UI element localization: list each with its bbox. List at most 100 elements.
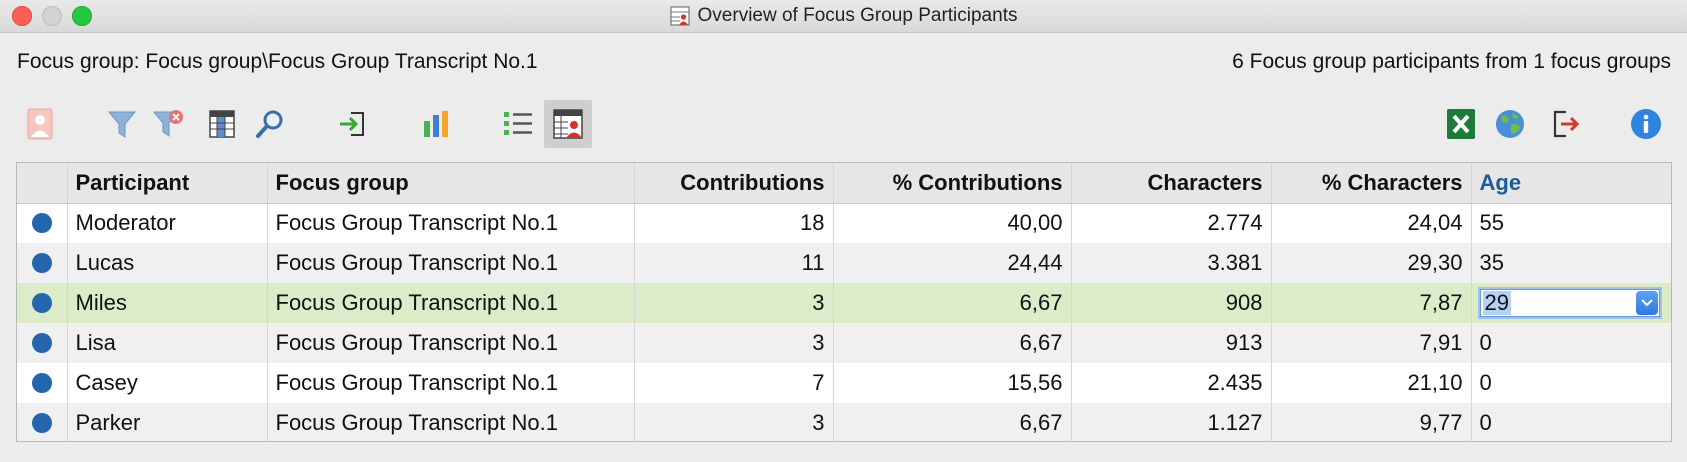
pct-characters-cell[interactable]: 7,87 [1271,283,1472,323]
age-value-input[interactable]: 29 [1482,291,1511,315]
participant-cell[interactable]: Lucas [67,243,268,283]
search-button[interactable] [246,100,294,148]
column-header-characters[interactable]: Characters [1071,163,1272,204]
column-header-pct-contributions[interactable]: % Contributions [833,163,1072,204]
column-header-marker[interactable] [17,163,68,204]
focus-group-cell[interactable]: Focus Group Transcript No.1 [267,283,635,323]
focus-group-cell[interactable]: Focus Group Transcript No.1 [267,203,635,243]
table-row-selected[interactable]: Miles Focus Group Transcript No.1 3 6,67… [17,283,1671,323]
characters-cell[interactable]: 2.435 [1071,363,1272,403]
participant-dot-icon [31,213,52,234]
characters-cell[interactable]: 3.381 [1071,243,1272,283]
pct-contributions-cell[interactable]: 6,67 [833,283,1072,323]
close-window-button[interactable] [12,6,32,26]
info-button[interactable] [1622,100,1670,148]
participant-marker-cell [17,283,68,323]
contributions-cell[interactable]: 18 [634,203,834,243]
export-button[interactable] [1542,100,1590,148]
age-cell-editing[interactable]: 29 [1471,283,1671,323]
characters-cell[interactable]: 2.774 [1071,203,1272,243]
table-row[interactable]: Parker Focus Group Transcript No.1 3 6,6… [17,403,1671,441]
pct-contributions-cell[interactable]: 6,67 [833,403,1072,441]
pct-characters-cell[interactable]: 24,04 [1271,203,1472,243]
excel-export-icon [1447,109,1475,139]
columns-icon [209,110,235,138]
age-cell[interactable]: 0 [1471,403,1671,441]
window-controls [12,6,92,26]
title-bar[interactable]: Overview of Focus Group Participants [0,0,1687,33]
contributions-cell[interactable]: 3 [634,323,834,363]
minimize-window-button[interactable] [42,6,62,26]
age-cell[interactable]: 0 [1471,363,1671,403]
filter-button[interactable] [98,100,146,148]
characters-cell[interactable]: 913 [1071,323,1272,363]
table-row[interactable]: Casey Focus Group Transcript No.1 7 15,5… [17,363,1671,403]
contributions-cell[interactable]: 3 [634,283,834,323]
search-icon [256,110,283,138]
column-header-focus-group[interactable]: Focus group [267,163,635,204]
info-icon [1631,109,1661,139]
participant-icon [27,108,53,140]
column-header-contributions[interactable]: Contributions [634,163,834,204]
age-dropdown-button[interactable] [1635,291,1658,315]
age-cell[interactable]: 0 [1471,323,1671,363]
contributions-cell[interactable]: 7 [634,363,834,403]
columns-button[interactable] [198,100,246,148]
pct-characters-cell[interactable]: 21,10 [1271,363,1472,403]
participant-dot-icon [31,333,52,353]
participant-marker-cell [17,243,68,283]
activate-button[interactable] [328,100,376,148]
table-header-row: Participant Focus group Contributions % … [17,163,1671,204]
zoom-window-button[interactable] [72,6,92,26]
age-cell[interactable]: 55 [1471,203,1671,243]
participant-cell[interactable]: Miles [67,283,268,323]
pct-characters-cell[interactable]: 9,77 [1271,403,1472,441]
chart-button[interactable] [412,100,460,148]
excel-export-button[interactable] [1437,100,1485,148]
participant-cell[interactable]: Moderator [67,203,268,243]
participant-table-button[interactable] [544,100,592,148]
focus-group-cell[interactable]: Focus Group Transcript No.1 [267,323,635,363]
participant-marker-cell [17,363,68,403]
age-combobox[interactable]: 29 [1479,289,1660,317]
focus-group-cell[interactable]: Focus Group Transcript No.1 [267,363,635,403]
column-header-age[interactable]: Age [1471,163,1671,204]
contributions-cell[interactable]: 3 [634,403,834,441]
column-header-participant[interactable]: Participant [67,163,268,204]
clear-filter-icon [152,110,183,137]
participant-cell[interactable]: Casey [67,363,268,403]
contributions-cell[interactable]: 11 [634,243,834,283]
participant-cell[interactable]: Lisa [67,323,268,363]
characters-cell[interactable]: 1.127 [1071,403,1272,441]
export-icon [1553,110,1580,138]
web-export-button[interactable] [1486,100,1534,148]
column-header-pct-characters[interactable]: % Characters [1271,163,1472,204]
focus-group-cell[interactable]: Focus Group Transcript No.1 [267,403,635,441]
participant-button[interactable] [16,100,64,148]
pct-contributions-cell[interactable]: 6,67 [833,323,1072,363]
focus-group-participants-window: Overview of Focus Group Participants Foc… [0,0,1687,462]
toolbar [0,100,1687,150]
pct-characters-cell[interactable]: 29,30 [1271,243,1472,283]
focus-group-cell[interactable]: Focus Group Transcript No.1 [267,243,635,283]
list-view-button[interactable] [494,100,542,148]
participant-cell[interactable]: Parker [67,403,268,441]
participant-marker-cell [17,323,68,363]
pct-contributions-cell[interactable]: 40,00 [833,203,1072,243]
chevron-down-icon [1640,299,1653,307]
clear-filter-button[interactable] [144,100,192,148]
age-cell[interactable]: 35 [1471,243,1671,283]
participants-table-icon [669,6,690,26]
pct-contributions-cell[interactable]: 15,56 [833,363,1072,403]
characters-cell[interactable]: 908 [1071,283,1272,323]
table-row[interactable]: Lisa Focus Group Transcript No.1 3 6,67 … [17,323,1671,363]
participant-dot-icon [31,253,52,273]
participant-marker-cell [17,403,68,441]
filter-icon [107,111,137,138]
table-row[interactable]: Moderator Focus Group Transcript No.1 18… [17,203,1671,243]
pct-contributions-cell[interactable]: 24,44 [833,243,1072,283]
participant-table-icon [553,109,583,139]
table-row[interactable]: Lucas Focus Group Transcript No.1 11 24,… [17,243,1671,283]
participant-marker-cell [17,203,68,243]
pct-characters-cell[interactable]: 7,91 [1271,323,1472,363]
